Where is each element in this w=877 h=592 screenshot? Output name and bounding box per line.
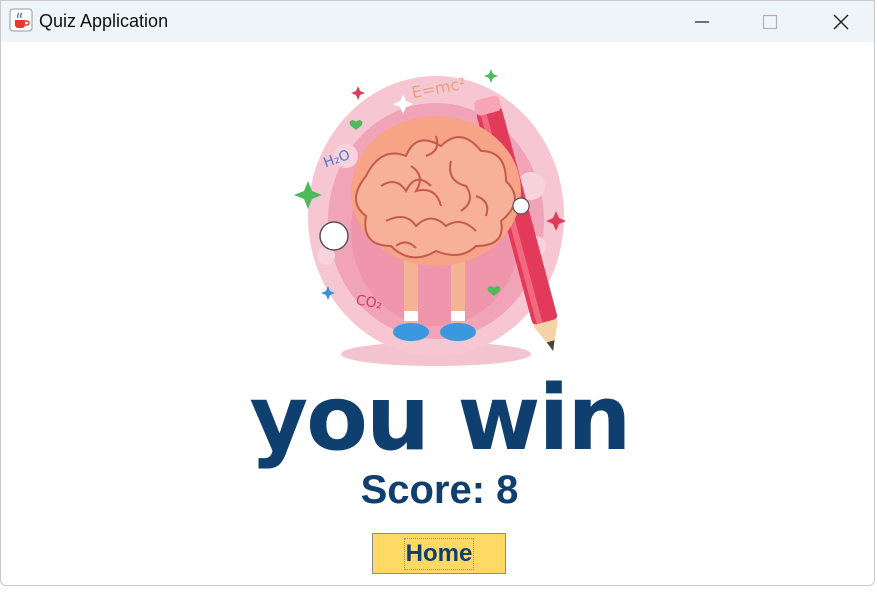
maximize-icon — [762, 14, 778, 29]
result-headline: you win — [249, 366, 632, 471]
score-label: Score: 8 — [360, 468, 519, 512]
home-button-label: Home — [403, 537, 475, 570]
maximize-button[interactable] — [735, 1, 805, 42]
minimize-button[interactable] — [667, 1, 737, 42]
brain-with-pencil-illustration: E=mc² H₂O CO₂ — [294, 69, 566, 366]
window-title: Quiz Application — [39, 11, 169, 31]
java-cup-icon — [9, 8, 33, 32]
title-bar[interactable]: Quiz Application — [1, 1, 874, 42]
close-icon — [833, 14, 849, 29]
quiz-window: Quiz Application E=mc² H₂O CO₂ you win S… — [0, 0, 875, 586]
close-button[interactable] — [806, 1, 874, 42]
home-button[interactable]: Home — [372, 533, 506, 574]
minimize-icon — [695, 20, 709, 23]
